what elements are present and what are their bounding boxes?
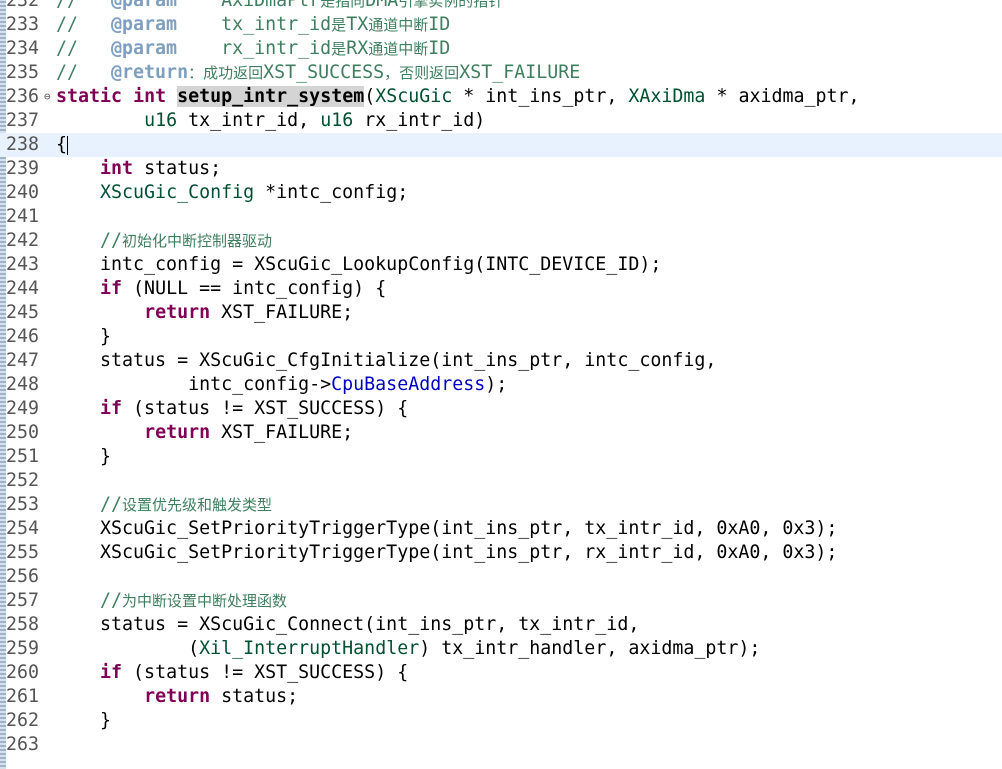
line-code: return XST_FAILURE; (144, 302, 354, 323)
line-code: return status; (144, 686, 299, 707)
code-line-237[interactable]: 237 u16 tx_intr_id, u16 rx_intr_id) (0, 109, 1002, 133)
code-line-235[interactable]: 235 // @return：成功返回XST_SUCCESS，否则返回XST_FA… (0, 61, 1002, 85)
code-line-259[interactable]: 259 (Xil_InterruptHandler) tx_intr_handl… (0, 637, 1002, 661)
code-line-260[interactable]: 260 if (status != XST_SUCCESS) { (0, 661, 1002, 685)
code-line-242[interactable]: 242 //初始化中断控制器驱动 (0, 229, 1002, 253)
line-number: 257 (6, 590, 40, 611)
line-code: intc_config->CpuBaseAddress); (56, 374, 508, 395)
line-number: 251 (6, 446, 40, 467)
line-code: if (NULL == intc_config) { (100, 278, 387, 299)
code-line-241[interactable]: 241 (0, 205, 1002, 229)
line-number: 237 (6, 110, 40, 131)
line-code: static int setup_intr_system(XScuGic * i… (56, 86, 860, 107)
line-number: 256 (6, 566, 40, 587)
line-code: XScuGic_SetPriorityTriggerType(int_ins_p… (56, 518, 838, 539)
line-number: 249 (6, 398, 40, 419)
line-number: 243 (6, 254, 40, 275)
code-line-236[interactable]: 236 ⊖ static int setup_intr_system(XScuGic… (0, 85, 1002, 109)
code-line-263[interactable]: 263 (0, 733, 1002, 757)
code-line-251[interactable]: 251 } (0, 445, 1002, 469)
line-code: status = XScuGic_Connect(int_ins_ptr, tx… (56, 614, 640, 635)
line-code: int status; (100, 158, 222, 179)
code-line-256[interactable]: 256 (0, 565, 1002, 589)
code-line-250[interactable]: 250 return XST_FAILURE; (0, 421, 1002, 445)
code-line-249[interactable]: 249 if (status != XST_SUCCESS) { (0, 397, 1002, 421)
line-number: 255 (6, 542, 40, 563)
code-line-254[interactable]: 254 XScuGic_SetPriorityTriggerType(int_i… (0, 517, 1002, 541)
line-number: 241 (6, 206, 40, 227)
line-number: 247 (6, 350, 40, 371)
code-line-238[interactable]: 238 { (0, 133, 1002, 157)
line-code: XScuGic_Config *intc_config; (100, 182, 409, 203)
code-line-261[interactable]: 261 return status; (0, 685, 1002, 709)
code-line-244[interactable]: 244 if (NULL == intc_config) { (0, 277, 1002, 301)
line-code: } (56, 446, 112, 467)
line-number: 263 (6, 734, 40, 755)
line-code: } (56, 326, 112, 347)
line-code: } (56, 710, 112, 731)
line-number: 248 (6, 374, 40, 395)
line-number: 244 (6, 278, 40, 299)
line-code: if (status != XST_SUCCESS) { (100, 398, 409, 419)
line-code: //为中断设置中断处理函数 (100, 590, 288, 611)
line-code: //初始化中断控制器驱动 (100, 230, 273, 251)
line-number: 246 (6, 326, 40, 347)
code-line-245[interactable]: 245 return XST_FAILURE; (0, 301, 1002, 325)
line-code: XScuGic_SetPriorityTriggerType(int_ins_p… (56, 542, 838, 563)
code-line-247[interactable]: 247 status = XScuGic_CfgInitialize(int_i… (0, 349, 1002, 373)
line-code: // @param rx_intr_id是RX通道中断ID (56, 38, 451, 59)
code-line-253[interactable]: 253 //设置优先级和触发类型 (0, 493, 1002, 517)
line-code: //设置优先级和触发类型 (100, 494, 273, 515)
line-number: 254 (6, 518, 40, 539)
code-line-234[interactable]: 234 // @param rx_intr_id是RX通道中断ID (0, 37, 1002, 61)
code-line-252[interactable]: 252 (0, 469, 1002, 493)
line-number: 235 (6, 62, 40, 83)
line-number: 250 (6, 422, 40, 443)
code-line-239[interactable]: 239 int status; (0, 157, 1002, 181)
code-line-246[interactable]: 246 } (0, 325, 1002, 349)
code-line-248[interactable]: 248 intc_config->CpuBaseAddress); (0, 373, 1002, 397)
line-code: intc_config = XScuGic_LookupConfig(INTC_… (56, 254, 662, 275)
line-number: 242 (6, 230, 40, 251)
code-editor[interactable]: 232 // @param AxiDmaPtr是指向DMA引擎实例的指针 233 //… (0, 0, 1002, 769)
line-code: u16 tx_intr_id, u16 rx_intr_id) (144, 110, 486, 131)
line-number: 245 (6, 302, 40, 323)
line-number: 253 (6, 494, 40, 515)
line-number: 238 (6, 134, 40, 155)
line-code: if (status != XST_SUCCESS) { (100, 662, 409, 683)
line-code: // @return：成功返回XST_SUCCESS，否则返回XST_FAILU… (56, 62, 581, 83)
line-number: 234 (6, 38, 40, 59)
line-number: 261 (6, 686, 40, 707)
code-line-233[interactable]: 233 // @param tx_intr_id是TX通道中断ID (0, 13, 1002, 37)
line-number: 239 (6, 158, 40, 179)
line-number: 233 (6, 14, 40, 35)
fold-minus-icon[interactable]: ⊖ (44, 91, 51, 103)
line-code: // @param tx_intr_id是TX通道中断ID (56, 14, 451, 35)
line-number: 262 (6, 710, 40, 731)
code-line-255[interactable]: 255 XScuGic_SetPriorityTriggerType(int_i… (0, 541, 1002, 565)
code-line-257[interactable]: 257 //为中断设置中断处理函数 (0, 589, 1002, 613)
code-line-240[interactable]: 240 XScuGic_Config *intc_config; (0, 181, 1002, 205)
line-code: { (56, 134, 69, 155)
line-code: (Xil_InterruptHandler) tx_intr_handler, … (56, 638, 761, 659)
line-number: 259 (6, 638, 40, 659)
line-code: status = XScuGic_CfgInitialize(int_ins_p… (56, 350, 717, 371)
code-line-258[interactable]: 258 status = XScuGic_Connect(int_ins_ptr… (0, 613, 1002, 637)
line-number: 252 (6, 470, 40, 491)
line-number: 232 (6, 0, 40, 11)
line-number: 258 (6, 614, 40, 635)
line-number: 240 (6, 182, 40, 203)
text-caret (67, 135, 69, 155)
line-number: 260 (6, 662, 40, 683)
code-line-232[interactable]: 232 // @param AxiDmaPtr是指向DMA引擎实例的指针 (0, 0, 1002, 13)
line-code: // @param AxiDmaPtr是指向DMA引擎实例的指针 (56, 0, 504, 11)
code-line-243[interactable]: 243 intc_config = XScuGic_LookupConfig(I… (0, 253, 1002, 277)
line-code: return XST_FAILURE; (144, 422, 354, 443)
code-line-262[interactable]: 262 } (0, 709, 1002, 733)
